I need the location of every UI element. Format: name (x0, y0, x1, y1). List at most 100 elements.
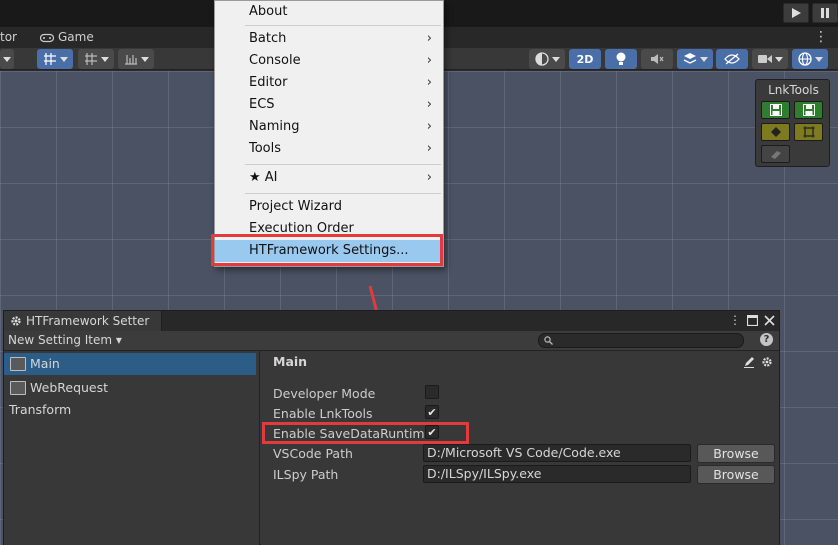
diamond-icon (770, 127, 781, 137)
vscode-browse-button[interactable]: Browse (697, 444, 775, 463)
framework-menu: About Batch › Console › Editor › ECS › Namin… (214, 0, 444, 267)
gamepad-icon (40, 33, 54, 42)
tool-dropdown[interactable] (0, 49, 14, 69)
enable-lnktools-checkbox[interactable]: ✔ (425, 405, 439, 419)
close-icon[interactable] (764, 315, 775, 326)
toggle-2d-button[interactable]: 2D (569, 49, 601, 69)
menu-label: Batch (249, 31, 287, 46)
search-input[interactable] (538, 333, 744, 348)
menu-label: Tools (249, 141, 282, 156)
menu-item-about[interactable]: About (215, 1, 443, 23)
menu-label: Naming (249, 119, 300, 134)
settings-module-icon (10, 381, 26, 395)
ilspy-path-field[interactable]: D:/ILSpy/ILSpy.exe (423, 465, 691, 483)
window-title: HTFramework Setter (26, 314, 150, 328)
save-icon (769, 104, 782, 116)
lnk-save-all-button[interactable] (794, 101, 823, 119)
grid-snap-icon (43, 53, 56, 65)
window-tab[interactable]: HTFramework Setter (4, 311, 162, 332)
menu-item-project-wizard[interactable]: Project Wizard (215, 196, 443, 218)
camera-button[interactable] (752, 49, 788, 69)
play-button[interactable] (783, 3, 809, 23)
menu-item-tools[interactable]: Tools › (215, 138, 443, 160)
grid-visibility-button[interactable] (78, 49, 114, 69)
gizmos-button[interactable] (792, 49, 828, 69)
help-icon[interactable]: ? (760, 333, 773, 346)
submenu-arrow-icon: › (426, 53, 432, 68)
menu-item-ecs[interactable]: ECS › (215, 94, 443, 116)
lnk-save-button[interactable] (761, 101, 790, 119)
menu-item-batch[interactable]: Batch › (215, 28, 443, 50)
highlight-box-savedata (262, 422, 469, 444)
more-options-icon[interactable]: ⋮ (814, 29, 828, 45)
window-tab-bar: HTFramework Setter ⋮ (4, 311, 779, 332)
window-toolbar: New Setting Item ▾ ? (4, 331, 779, 351)
menu-separator (245, 193, 441, 194)
lightbulb-icon (616, 52, 626, 65)
camera-icon (757, 55, 772, 63)
ruler-icon (124, 55, 137, 65)
lighting-toggle[interactable] (605, 49, 637, 69)
menu-item-ai[interactable]: ★ AI › (215, 167, 443, 189)
panel-actions (743, 356, 773, 368)
audio-toggle[interactable] (641, 49, 673, 69)
setting-item-label: Main (30, 356, 60, 371)
save-icon (802, 104, 815, 116)
settings-module-icon (10, 357, 26, 371)
edit-icon[interactable] (743, 356, 755, 368)
setting-item-transform[interactable]: Transform (4, 399, 256, 421)
menu-label: ECS (249, 97, 275, 112)
tool-icon (770, 151, 781, 159)
lnk-bounds-button[interactable] (794, 123, 823, 141)
setting-item-main[interactable]: Main (4, 353, 256, 375)
submenu-arrow-icon: › (426, 141, 432, 156)
shading-mode-button[interactable] (529, 49, 565, 69)
submenu-arrow-icon: › (426, 119, 432, 134)
search-icon (544, 336, 553, 345)
menu-label: About (249, 4, 288, 19)
setting-list: Main WebRequest Transform (4, 351, 260, 545)
hidden-objects-toggle[interactable] (716, 49, 748, 69)
window-controls: ⋮ (729, 313, 775, 327)
bounds-icon (802, 126, 815, 138)
menu-label: Console (249, 53, 301, 68)
gear-icon (11, 316, 21, 326)
setting-item-label: WebRequest (30, 380, 109, 395)
menu-item-editor[interactable]: Editor › (215, 72, 443, 94)
developer-mode-checkbox[interactable] (425, 385, 439, 399)
submenu-arrow-icon: › (426, 31, 432, 46)
tab-editor[interactable]: tor (0, 27, 17, 48)
submenu-arrow-icon: › (426, 75, 432, 90)
vscode-path-field[interactable]: D:/Microsoft VS Code/Code.exe (423, 444, 691, 462)
lnktools-title: LnkTools (768, 83, 819, 97)
menu-label: Editor (249, 75, 288, 90)
menu-item-naming[interactable]: Naming › (215, 116, 443, 138)
effects-toggle[interactable] (677, 49, 713, 69)
lnktools-panel: LnkTools (755, 79, 830, 167)
new-setting-item-dropdown[interactable]: New Setting Item ▾ (8, 333, 122, 347)
highlight-box-menu (211, 234, 443, 266)
ilspy-browse-button[interactable]: Browse (697, 465, 775, 484)
layers-icon (683, 53, 696, 64)
lnk-layer-button[interactable] (761, 123, 790, 141)
eye-off-icon (724, 53, 740, 65)
tab-game[interactable]: Game (40, 27, 94, 48)
grid-snap-button[interactable] (37, 49, 73, 69)
menu-separator (245, 164, 441, 165)
lnk-disabled-button[interactable] (761, 145, 790, 163)
sphere-icon (534, 52, 549, 66)
maximize-icon[interactable] (747, 315, 758, 326)
panel-title: Main (273, 354, 308, 369)
enable-lnktools-label: Enable LnkTools (273, 406, 373, 421)
pause-button[interactable] (812, 3, 838, 23)
menu-item-console[interactable]: Console › (215, 50, 443, 72)
setting-item-label: Transform (9, 402, 72, 417)
window-menu-icon[interactable]: ⋮ (729, 313, 741, 327)
globe-icon (797, 52, 812, 66)
pause-icon (821, 8, 829, 18)
submenu-arrow-icon: › (426, 97, 432, 112)
increment-snap-button[interactable] (118, 49, 154, 69)
setting-item-webrequest[interactable]: WebRequest (4, 377, 256, 399)
mute-icon (651, 54, 664, 64)
gear-icon[interactable] (761, 356, 773, 368)
